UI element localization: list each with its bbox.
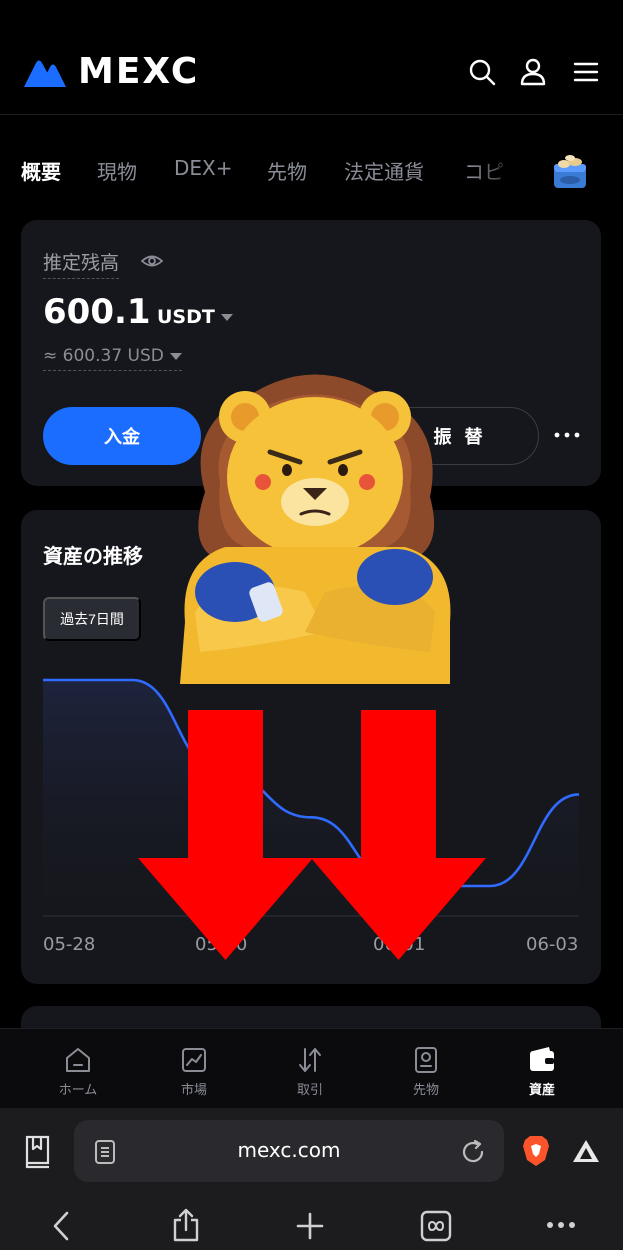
wallet-icon	[530, 1047, 554, 1071]
bookmarks-icon[interactable]	[22, 1133, 54, 1169]
balance-unit: USDT	[157, 306, 215, 328]
nav-label: 先物	[412, 1083, 439, 1098]
back-icon[interactable]	[50, 1210, 72, 1242]
reload-icon[interactable]	[460, 1139, 486, 1165]
nav-home[interactable]: ホーム	[38, 1029, 118, 1109]
mexc-logo[interactable]: MEXC	[22, 54, 199, 90]
more-icon[interactable]	[551, 423, 583, 447]
chevron-down-icon	[220, 314, 233, 321]
search-icon[interactable]	[468, 58, 496, 86]
address-bar[interactable]: mexc.com	[74, 1120, 504, 1182]
down-arrow-graphic	[311, 710, 486, 960]
brand-name: MEXC	[78, 51, 200, 92]
browser-toolbar: mexc.com	[0, 1108, 623, 1250]
asset-tabs: 概要 現物 DEX+ 先物 法定通貨 コピ	[0, 140, 623, 198]
market-chart-icon	[182, 1048, 206, 1072]
balance-amount: 600.1	[43, 292, 151, 332]
user-icon[interactable]	[519, 58, 547, 86]
url-text: mexc.com	[237, 1138, 341, 1162]
nav-label: ホーム	[58, 1083, 98, 1098]
nav-trade[interactable]: 取引	[270, 1029, 350, 1109]
balance-usd-select[interactable]: ≈ 600.37 USD	[43, 346, 182, 371]
lion-mascot-sticker	[180, 374, 451, 684]
period-selector[interactable]: 過去7日間	[43, 597, 141, 641]
tabs-icon[interactable]	[420, 1210, 452, 1242]
tab-overview[interactable]: 概要	[21, 156, 61, 185]
bottom-navigation: ホーム 市場 取引 先物 資産	[0, 1028, 623, 1108]
more-options-icon[interactable]	[546, 1218, 576, 1232]
tab-spot[interactable]: 現物	[97, 156, 137, 185]
futures-icon	[415, 1047, 437, 1073]
brave-rewards-icon[interactable]	[571, 1138, 601, 1164]
reward-chest-icon[interactable]	[548, 150, 592, 194]
nav-label: 資産	[528, 1083, 555, 1098]
nav-assets[interactable]: 資産	[502, 1029, 582, 1109]
tab-dex[interactable]: DEX+	[174, 156, 233, 180]
down-arrow-graphic	[138, 710, 313, 960]
app-header: MEXC	[0, 0, 623, 115]
home-icon	[66, 1048, 90, 1072]
tab-fade-overlay	[470, 140, 530, 198]
share-icon[interactable]	[172, 1208, 200, 1242]
eye-icon[interactable]	[141, 250, 163, 272]
trade-arrows-icon	[299, 1048, 321, 1072]
nav-label: 市場	[180, 1083, 207, 1098]
nav-market[interactable]: 市場	[154, 1029, 234, 1109]
nav-futures[interactable]: 先物	[386, 1029, 466, 1109]
nav-label: 取引	[296, 1083, 323, 1098]
tab-futures[interactable]: 先物	[267, 156, 307, 185]
balance-approx: ≈ 600.37 USD	[43, 346, 164, 366]
balance-unit-select[interactable]: USDT	[157, 306, 233, 328]
tab-fiat[interactable]: 法定通貨	[344, 156, 424, 185]
menu-icon[interactable]	[572, 58, 600, 86]
brave-shield-icon[interactable]	[521, 1134, 551, 1168]
chevron-down-icon	[169, 352, 182, 360]
estimated-balance-label[interactable]: 推定残高	[43, 248, 120, 279]
new-tab-icon[interactable]	[296, 1212, 324, 1240]
x-tick-label: 06-03	[526, 934, 579, 955]
chart-title: 資産の推移	[43, 544, 143, 568]
mexc-logo-icon	[24, 60, 66, 87]
x-tick-label: 05-28	[43, 934, 96, 955]
